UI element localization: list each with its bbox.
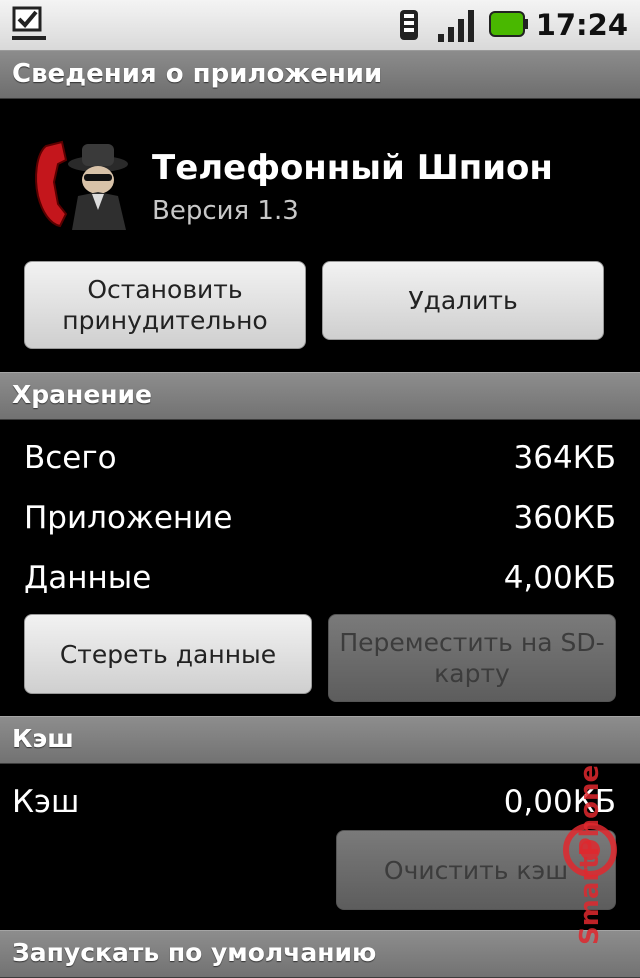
title-bar: Сведения о приложении (0, 51, 640, 99)
app-name: Телефонный Шпион (152, 148, 553, 188)
uninstall-button[interactable]: Удалить (322, 261, 604, 340)
force-stop-button[interactable]: Остановить принудительно (24, 261, 306, 349)
storage-app-label: Приложение (24, 500, 233, 536)
storage-total-value: 364КБ (513, 440, 616, 476)
status-bar: 17:24 (0, 0, 640, 51)
storage-app-value: 360КБ (513, 500, 616, 536)
force-stop-label: Остановить принудительно (62, 275, 268, 335)
move-to-sd-label: Переместить на SD-карту (339, 628, 605, 688)
battery-icon (489, 11, 528, 37)
page-title: Сведения о приложении (12, 59, 383, 89)
storage-data-label: Данные (24, 560, 152, 596)
clear-data-label: Стереть данные (59, 639, 277, 669)
clear-data-button[interactable]: Стереть данные (24, 614, 312, 694)
cache-header-label: Кэш (12, 724, 74, 753)
signal-icon (438, 10, 474, 42)
spy-phone-icon (35, 140, 128, 230)
wifi-icon (400, 10, 418, 40)
cache-label: Кэш (12, 784, 80, 820)
storage-data-value: 4,00КБ (503, 560, 616, 596)
status-time: 17:24 (535, 8, 628, 42)
uninstall-label: Удалить (408, 286, 518, 315)
move-to-sd-button[interactable]: Переместить на SD-карту (328, 614, 616, 702)
cache-header: Кэш (0, 716, 640, 764)
storage-header-label: Хранение (12, 380, 153, 409)
clear-cache-label: Очистить кэш (383, 855, 569, 885)
notification-check-icon[interactable] (12, 6, 48, 44)
storage-total-label: Всего (24, 440, 117, 476)
app-version: Версия 1.3 (152, 196, 299, 226)
launch-default-header: Запускать по умолчанию (0, 930, 640, 978)
svg-text:SmartPhone: SmartPhone (575, 765, 605, 945)
storage-header: Хранение (0, 372, 640, 420)
launch-default-header-label: Запускать по умолчанию (12, 938, 377, 967)
smartphone-watermark-logo: SmartPhone (563, 765, 617, 945)
